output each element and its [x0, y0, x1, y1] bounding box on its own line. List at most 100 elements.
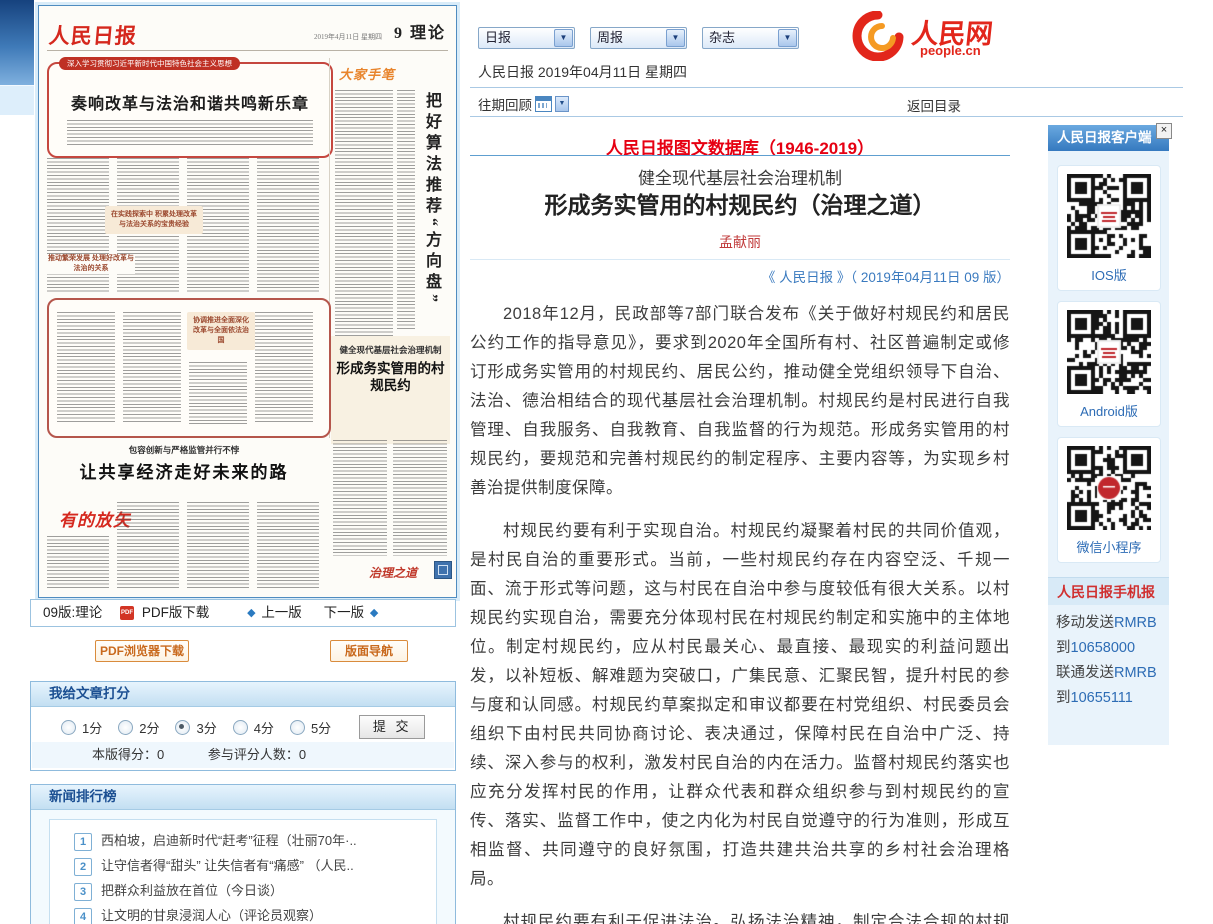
pdf-download-link[interactable]: PDF版下载	[142, 605, 210, 620]
qr-card-wechat: 微信小程序	[1057, 437, 1161, 563]
article-paragraph: 村规民约要有利于促进法治。弘扬法治精神，制定合法合规的村规民约，并引导村民认真履…	[470, 908, 1010, 924]
article-paragraph: 2018年12月，民政部等7部门联合发布《关于做好村规民约和居民公约工作的指导意…	[470, 300, 1010, 503]
rating-stats: 本版得分：0 参与评分人数：0	[32, 742, 454, 768]
sms-paper-info: 移动发送RMRB 到10658000 联通发送RMRB 到10655111	[1048, 605, 1169, 711]
next-diamond-icon: ◆	[370, 607, 378, 619]
banner-underline	[470, 155, 1010, 156]
ranking-item-4[interactable]: 4 让文明的甘泉浸润人心（评论员观察）	[74, 905, 322, 923]
article-author: 孟献丽	[470, 232, 1010, 252]
article-body: 2018年12月，民政部等7部门联合发布《关于做好村规民约和居民公约工作的指导意…	[470, 300, 1010, 924]
rank-text: 西柏坡，启迪新时代“赶考”征程（壮丽70年·..	[101, 833, 357, 848]
article-title: 形成务实管用的村规民约（治理之道）	[470, 186, 1010, 220]
prev-diamond-icon: ◆	[247, 607, 255, 619]
newspaper-page-number: 9 理论	[394, 19, 446, 43]
newspaper-microtext	[117, 502, 179, 588]
rating-radio-3[interactable]	[175, 720, 190, 735]
newspaper-feature-article-highlight: 健全现代基层社会治理机制 形成务实管用的村规民约	[331, 336, 450, 444]
chevron-down-icon[interactable]: ▼	[666, 29, 685, 47]
newspaper-masthead-row: 人民日报 2019年4月11日 星期四 9 理论	[47, 18, 448, 51]
qr-card-android: Android版	[1057, 301, 1161, 427]
prev-page-link[interactable]: 上一版	[261, 605, 302, 620]
newspaper-microtext	[47, 536, 109, 588]
rating-radio-5[interactable]	[290, 720, 305, 735]
ranking-title: 新闻排行榜	[31, 785, 455, 810]
prev-issues-widget: 往期回顾 ▼	[478, 95, 569, 113]
people-swirl-icon	[852, 11, 904, 61]
newspaper-subhead-1: 推动繁荣发展 处理好改革与法治的关系	[47, 254, 135, 274]
rank-text: 让守信者得“甜头” 让失信者有“痛感” （人民..	[101, 858, 354, 873]
paper-nav-bar: 09版:理论 PDF PDF版下载 ◆ 上一版 下一版 ◆	[30, 599, 456, 627]
divider	[470, 116, 1183, 117]
newspaper-slogan-banner: 深入学习贯彻习近平新时代中国特色社会主义思想	[59, 57, 240, 70]
calendar-icon[interactable]	[535, 96, 552, 112]
rating-label-4: 4分	[254, 718, 274, 737]
newspaper-microtext	[187, 502, 249, 588]
newspaper-page-thumbnail: 人民日报 2019年4月11日 星期四 9 理论 深入学习贯彻习近平新时代中国特…	[38, 5, 457, 598]
rank-number: 1	[74, 833, 92, 851]
rank-text: 让文明的甘泉浸润人心（评论员观察）	[101, 908, 322, 923]
sms-line: 到10658000	[1056, 636, 1169, 661]
app-client-sidebar: 人民日报客户端 IOS版 Android版 微信小程序 人民日报手机报 移动发送…	[1048, 125, 1169, 745]
logo-domain-text: people.cn	[920, 43, 981, 58]
feature-kicker: 健全现代基层社会治理机制	[331, 344, 450, 356]
magazine-select[interactable]: 杂志 ▼	[702, 27, 799, 49]
ranking-item-1[interactable]: 1 西柏坡，启迪新时代“赶考”征程（壮丽70年·..	[74, 830, 357, 848]
sms-line: 到10655111	[1056, 686, 1169, 711]
rating-box: 我给文章打分 1分 2分 3分 4分 5分 提 交 本版得分：0 参与评分人数：…	[30, 681, 456, 771]
weekly-select[interactable]: 周报 ▼	[590, 27, 687, 49]
calendar-dropdown-icon[interactable]: ▼	[555, 96, 569, 112]
sms-line: 移动发送RMRB	[1056, 611, 1169, 636]
qr-label-android[interactable]: Android版	[1058, 401, 1160, 420]
qr-code-android	[1067, 310, 1151, 394]
article-paragraph: 村规民约要有利于实现自治。村规民约凝聚着村民的共同价值观，是村民自治的重要形式。…	[470, 517, 1010, 894]
ranking-item-3[interactable]: 3 把群众利益放在首位（今日谈）	[74, 880, 283, 898]
chevron-down-icon[interactable]: ▼	[554, 29, 573, 47]
rank-number: 4	[74, 908, 92, 924]
sms-line: 联通发送RMRB	[1056, 661, 1169, 686]
rating-radio-row: 1分 2分 3分 4分 5分 提 交	[61, 715, 425, 739]
back-to-contents-link[interactable]: 返回目录	[907, 95, 961, 115]
pdf-icon: PDF	[120, 606, 134, 620]
rating-radio-4[interactable]	[233, 720, 248, 735]
page-label: 09版:理论	[43, 605, 102, 620]
qr-code-wechat-mini	[1067, 446, 1151, 530]
newspaper-microtext	[257, 158, 319, 292]
close-icon[interactable]: ×	[1156, 123, 1172, 139]
left-gradient-strip	[0, 0, 34, 85]
newspaper-microtext	[257, 502, 319, 588]
newspaper-framed-article-box: 协调推进全面深化改革与全面依法治国	[47, 298, 331, 438]
rating-radio-2[interactable]	[118, 720, 133, 735]
rating-label-3: 3分	[196, 718, 216, 737]
next-page-link[interactable]: 下一版	[324, 605, 365, 620]
feature-title: 形成务实管用的村规民约	[331, 360, 450, 394]
prev-issues-label: 往期回顾	[478, 94, 532, 114]
pdf-browser-download-button[interactable]: PDF浏览器下载	[95, 640, 189, 662]
rating-label-1: 1分	[82, 718, 102, 737]
qr-label-wechat[interactable]: 微信小程序	[1058, 537, 1160, 556]
sidebar-title: 人民日报客户端	[1048, 125, 1169, 151]
qr-label-ios[interactable]: IOS版	[1058, 265, 1160, 284]
newspaper-microtext	[333, 440, 387, 556]
newspaper-microtext	[123, 312, 181, 424]
newspaper-microtext	[397, 90, 415, 330]
newspaper-masthead: 人民日报	[48, 20, 139, 50]
ranking-item-2[interactable]: 2让守信者得“甜头” 让失信者有“痛感” （人民..	[74, 855, 354, 873]
newspaper-kicker-2: 包容创新与严格监管并行不悖	[39, 444, 329, 456]
newspaper-seal-icon	[434, 561, 452, 579]
newspaper-logo-zhilizhidao: 治理之道	[369, 564, 417, 581]
chevron-down-icon[interactable]: ▼	[778, 29, 797, 47]
newspaper-headline-1: 奏响改革与法治和谐共鸣新乐章	[49, 90, 331, 114]
newspaper-microtext	[189, 362, 247, 424]
ranking-list: 1 西柏坡，启迪新时代“赶考”征程（壮丽70年·.. 2让守信者得“甜头” 让失信…	[49, 819, 437, 924]
score-value: 0	[157, 747, 164, 762]
people-cn-logo[interactable]: 人民网 people.cn	[852, 10, 1012, 62]
count-label: 参与评分人数：	[208, 747, 299, 762]
rating-radio-1[interactable]	[61, 720, 76, 735]
rank-number: 3	[74, 883, 92, 901]
newspaper-subhead-2: 在实践探索中 积累处理改革与法治关系的宝贵经验	[105, 206, 203, 234]
rank-text: 把群众利益放在首位（今日谈）	[101, 883, 283, 898]
rating-submit-button[interactable]: 提 交	[359, 715, 425, 739]
daily-select[interactable]: 日报 ▼	[478, 27, 575, 49]
layout-navigation-button[interactable]: 版面导航	[330, 640, 408, 662]
newspaper-microtext	[67, 120, 313, 146]
